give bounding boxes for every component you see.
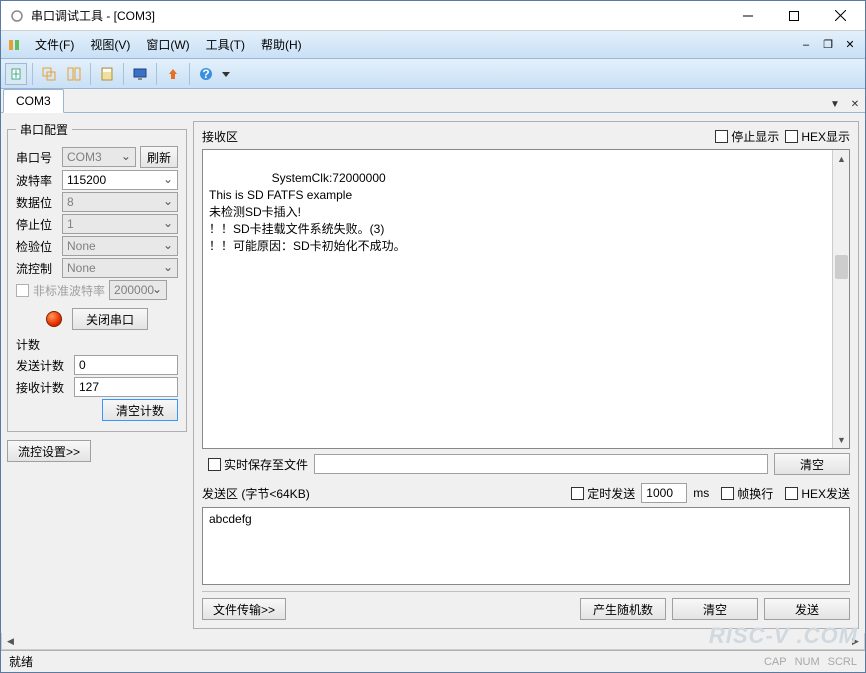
recv-count-label: 接收计数 (16, 379, 70, 396)
status-scrl: SCRL (828, 656, 857, 668)
tb-help-icon[interactable]: ? (195, 63, 217, 85)
recv-clear-button[interactable]: 清空 (774, 453, 850, 475)
baud-combo[interactable]: 115200 (62, 170, 178, 190)
hex-display-check[interactable]: HEX显示 (785, 128, 850, 145)
send-legend: 发送区 (字节<64KB) (202, 485, 559, 502)
flow-combo[interactable]: None (62, 258, 178, 278)
tab-dropdown-icon[interactable]: ▼ (827, 96, 843, 112)
port-combo[interactable]: COM3 (62, 147, 136, 167)
recv-text: SystemClk:72000000 This is SD FATFS exam… (209, 171, 406, 253)
status-cap: CAP (764, 656, 787, 668)
save-file-path[interactable] (314, 454, 768, 474)
port-label: 串口号 (16, 149, 58, 166)
recv-legend: 接收区 (202, 128, 709, 145)
file-transfer-button[interactable]: 文件传输>> (202, 598, 286, 620)
serial-config-group: 串口配置 串口号 COM3 刷新 波特率115200 数据位8 停止位1 检验位… (7, 121, 187, 432)
nonstd-combo[interactable]: 200000 (109, 280, 167, 300)
timed-send-check[interactable]: 定时发送 (571, 485, 635, 502)
parity-label: 检验位 (16, 238, 58, 255)
mdi-restore[interactable]: ❐ (819, 36, 837, 54)
svg-text:?: ? (202, 67, 209, 81)
parity-combo[interactable]: None (62, 236, 178, 256)
mdi-close[interactable]: ✕ (841, 36, 859, 54)
menu-tools[interactable]: 工具(T) (198, 32, 253, 57)
tb-dropdown-icon[interactable] (220, 63, 232, 85)
databits-label: 数据位 (16, 194, 58, 211)
nonstd-checkbox[interactable] (16, 284, 29, 297)
tb-monitor-icon[interactable] (129, 63, 151, 85)
clear-count-button[interactable]: 清空计数 (102, 399, 178, 421)
content-scrollbar-h[interactable]: ◀ ▶ (1, 633, 865, 650)
tb-new-icon[interactable] (5, 63, 27, 85)
flow-settings-button[interactable]: 流控设置>> (7, 440, 91, 462)
tb-upload-icon[interactable] (162, 63, 184, 85)
maximize-button[interactable] (771, 2, 817, 30)
menu-window[interactable]: 窗口(W) (138, 32, 197, 57)
stopbits-label: 停止位 (16, 216, 58, 233)
statusbar: 就绪 CAP NUM SCRL (1, 650, 865, 672)
send-button[interactable]: 发送 (764, 598, 850, 620)
timed-unit: ms (693, 486, 709, 500)
app-icon (9, 8, 25, 24)
tab-com3[interactable]: COM3 (3, 89, 64, 113)
save-file-check[interactable]: 实时保存至文件 (208, 456, 308, 473)
tb-cascade-icon[interactable] (38, 63, 60, 85)
menu-help[interactable]: 帮助(H) (253, 32, 310, 57)
content: 串口配置 串口号 COM3 刷新 波特率115200 数据位8 停止位1 检验位… (1, 113, 865, 633)
refresh-button[interactable]: 刷新 (140, 146, 178, 168)
nonstd-label: 非标准波特率 (33, 282, 105, 299)
main-area: 接收区 停止显示 HEX显示 SystemClk:72000000 This i… (193, 113, 865, 633)
minimize-button[interactable] (725, 2, 771, 30)
recv-scrollbar-v[interactable]: ▲ ▼ (832, 150, 849, 448)
send-count-label: 发送计数 (16, 357, 70, 374)
menu-file[interactable]: 文件(F) (27, 32, 82, 57)
close-button[interactable] (817, 2, 863, 30)
serial-config-legend: 串口配置 (16, 121, 72, 138)
toolbar: ? (1, 59, 865, 89)
databits-combo[interactable]: 8 (62, 192, 178, 212)
random-button[interactable]: 产生随机数 (580, 598, 666, 620)
stop-display-check[interactable]: 停止显示 (715, 128, 779, 145)
flow-label: 流控制 (16, 260, 58, 277)
send-clear-button[interactable]: 清空 (672, 598, 758, 620)
count-legend: 计数 (16, 336, 178, 353)
recv-count-field[interactable]: 127 (74, 377, 178, 397)
recv-group: 接收区 停止显示 HEX显示 SystemClk:72000000 This i… (193, 121, 859, 629)
tab-bar: COM3 ▼ ✕ (1, 89, 865, 113)
timed-value-field[interactable] (641, 483, 687, 503)
sidebar: 串口配置 串口号 COM3 刷新 波特率115200 数据位8 停止位1 检验位… (1, 113, 193, 633)
close-port-button[interactable]: 关闭串口 (72, 308, 148, 330)
menu-icon[interactable] (5, 35, 23, 55)
send-count-field[interactable]: 0 (74, 355, 178, 375)
status-ready: 就绪 (9, 653, 33, 670)
stopbits-combo[interactable]: 1 (62, 214, 178, 234)
status-led-icon (46, 311, 62, 327)
status-num: NUM (795, 656, 820, 668)
frame-wrap-check[interactable]: 帧换行 (721, 485, 773, 502)
menu-view[interactable]: 视图(V) (82, 32, 138, 57)
menubar: 文件(F) 视图(V) 窗口(W) 工具(T) 帮助(H) – ❐ ✕ (1, 31, 865, 59)
baud-label: 波特率 (16, 172, 58, 189)
mdi-minimize[interactable]: – (797, 36, 815, 54)
window-title: 串口调试工具 - [COM3] (31, 7, 725, 24)
send-textarea[interactable]: abcdefg (202, 507, 850, 585)
titlebar: 串口调试工具 - [COM3] (1, 1, 865, 31)
tab-close-icon[interactable]: ✕ (847, 96, 863, 112)
recv-textarea[interactable]: SystemClk:72000000 This is SD FATFS exam… (202, 149, 850, 449)
hex-send-check[interactable]: HEX发送 (785, 485, 850, 502)
tb-tileh-icon[interactable] (63, 63, 85, 85)
tb-calc-icon[interactable] (96, 63, 118, 85)
